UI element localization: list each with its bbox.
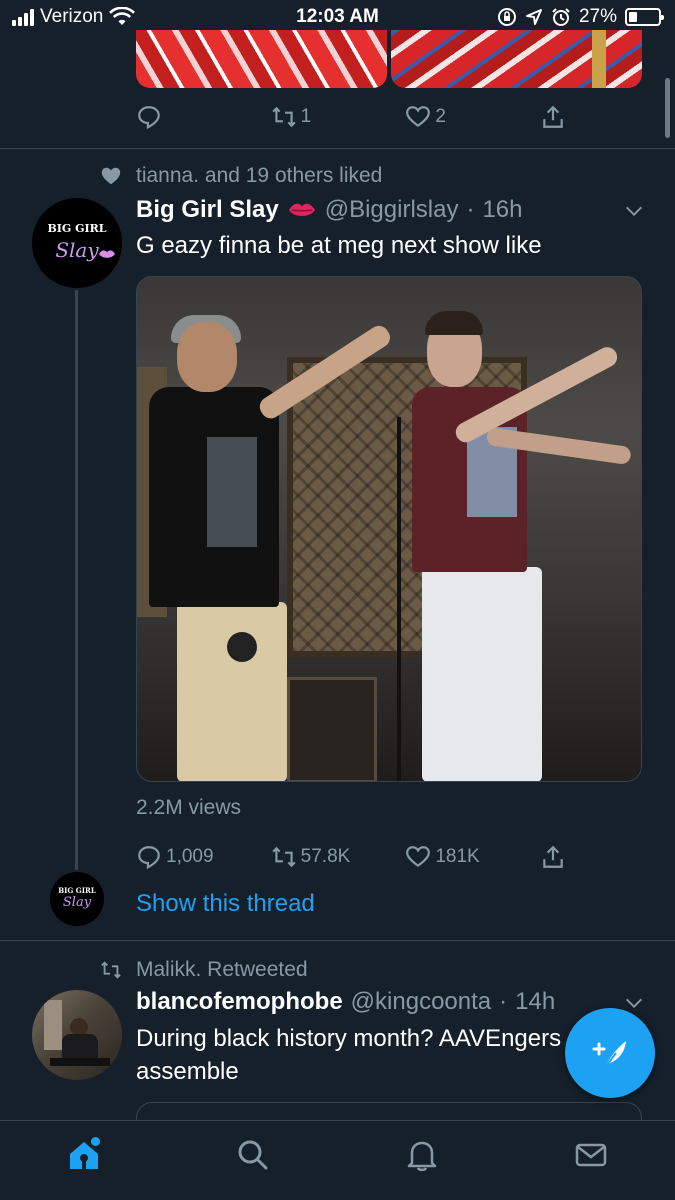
messages-icon <box>575 1143 606 1166</box>
battery-percent: 27% <box>578 6 617 27</box>
thread-avatar[interactable]: BIG GIRL Slay <box>50 872 104 926</box>
retweet-count: 1 <box>300 106 312 127</box>
retweet-icon <box>101 961 121 979</box>
reply-count: 1,009 <box>166 846 214 867</box>
retweet-count: 57.8K <box>300 846 351 867</box>
share-icon <box>543 845 563 868</box>
avatar[interactable] <box>32 990 122 1080</box>
share-button[interactable] <box>540 104 566 130</box>
lips-icon <box>99 250 115 258</box>
tab-messages[interactable] <box>569 1133 613 1177</box>
media-image[interactable] <box>136 30 387 88</box>
lips-emoji-icon <box>288 203 315 216</box>
tab-bar <box>0 1120 675 1200</box>
retweet-icon <box>272 846 296 868</box>
reply-button[interactable] <box>136 104 216 130</box>
retweet-button[interactable]: 1 <box>271 104 351 130</box>
notifications-icon <box>407 1141 437 1171</box>
tweet-header: blancofemophobe @kingcoonta · 14h <box>136 988 555 1016</box>
battery-icon <box>625 8 664 26</box>
retweet-button[interactable]: 57.8K <box>271 844 351 870</box>
reply-icon <box>138 106 160 130</box>
location-icon <box>525 9 542 25</box>
chevron-down-icon[interactable] <box>623 200 645 222</box>
view-count: 2.2M views <box>136 796 242 819</box>
share-button[interactable] <box>540 844 566 870</box>
social-context[interactable]: Malikk. Retweeted <box>100 958 308 982</box>
like-count: 2 <box>435 106 446 127</box>
reply-icon <box>138 846 160 870</box>
tweet-actions: 1,009 57.8K 181K <box>136 844 566 870</box>
alarm-icon <box>552 8 570 26</box>
divider <box>0 940 675 941</box>
tweet-text: During black history month? AAVEngers as… <box>136 1025 562 1085</box>
separator: · <box>499 988 508 1015</box>
author-name[interactable]: blancofemophobe <box>136 988 343 1016</box>
like-button[interactable]: 181K <box>405 844 485 870</box>
compose-tweet-button[interactable] <box>565 1008 655 1098</box>
like-count: 181K <box>435 846 480 867</box>
media-image[interactable] <box>391 30 642 88</box>
divider <box>0 148 675 149</box>
separator: · <box>466 196 475 223</box>
author-handle[interactable]: @kingcoonta <box>351 988 491 1016</box>
compose-feather-icon <box>592 1041 626 1070</box>
heart-icon <box>406 106 431 127</box>
timestamp[interactable]: 16h <box>482 196 522 224</box>
tweet-text: G eazy finna be at meg next show like <box>136 232 542 259</box>
tab-notifications[interactable] <box>400 1133 444 1177</box>
scrollbar[interactable] <box>665 78 670 138</box>
like-button[interactable]: 2 <box>405 104 485 130</box>
author-handle[interactable]: @Biggirlslay <box>325 196 459 224</box>
retweet-icon <box>272 106 296 128</box>
new-content-dot <box>91 1136 101 1146</box>
search-icon <box>238 1140 268 1169</box>
heart-icon <box>406 846 431 867</box>
previous-tweet-actions: 1 2 <box>136 104 566 130</box>
tweet-header: Big Girl Slay @Biggirlslay · 16h <box>136 196 523 224</box>
thread-line <box>75 290 78 870</box>
tab-home[interactable] <box>62 1133 106 1177</box>
social-context[interactable]: tianna. and 19 others liked <box>100 164 382 188</box>
screen-lock-icon <box>497 8 516 26</box>
video-player[interactable] <box>136 276 642 782</box>
author-name[interactable]: Big Girl Slay <box>136 196 279 224</box>
heart-icon <box>101 167 121 185</box>
reply-button[interactable]: 1,009 <box>136 844 216 870</box>
avatar[interactable]: BIG GIRL Slay <box>32 198 122 288</box>
share-icon <box>543 105 563 128</box>
timestamp[interactable]: 14h <box>515 988 555 1016</box>
previous-tweet-media[interactable] <box>136 30 642 88</box>
show-thread-link[interactable]: Show this thread <box>136 890 315 918</box>
tab-search[interactable] <box>231 1133 275 1177</box>
status-bar: Verizon 12:03 AM 27% <box>0 0 675 34</box>
